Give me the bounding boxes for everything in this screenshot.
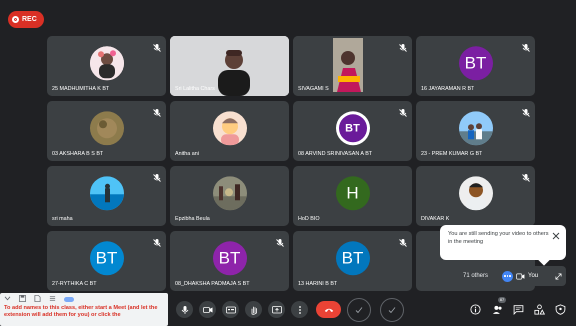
record-icon [12,16,19,23]
mic-off-icon [152,40,162,52]
participant-name: 08 ARVIND SRINIVASAN A BT [298,151,373,157]
attendance-extension-panel: To add names to this class, either start… [0,293,168,326]
camera-icon[interactable] [516,267,525,285]
participant-name: SIVAGAMI S [298,86,329,92]
self-label: You [528,273,539,279]
host-controls-icon[interactable] [554,303,566,315]
participant-count-badge: 87 [498,297,506,303]
participant-tile[interactable]: 23 - PREM KUMAR G BT [416,101,535,161]
raise-hand-button[interactable] [245,301,262,318]
participant-name: 23 - PREM KUMAR G BT [421,151,483,157]
participant-avatar [89,111,124,146]
participant-tile[interactable]: Anitha ani [170,101,289,161]
captions-button[interactable] [222,301,239,318]
check-button[interactable] [380,298,404,322]
avatar-initials: BT [218,248,241,268]
recording-badge: REC [8,11,44,28]
mic-off-icon [521,170,531,182]
mic-off-icon [275,235,285,247]
participant-tile[interactable]: BT 16 JAYARAMAN R BT [416,36,535,96]
avatar-initials: BT [464,53,487,73]
mic-button[interactable] [176,301,193,318]
mic-off-icon [152,170,162,182]
save-icon[interactable] [19,295,26,304]
participant-tile[interactable]: BT 08_DHAKSHA PADMAJA S BT [170,231,289,291]
participant-avatar [212,176,247,211]
participant-tile[interactable]: BT 08 ARVIND SRINIVASAN A BT [293,101,412,161]
toast-pointer [538,254,550,266]
avatar-initials: BT [95,248,118,268]
participant-avatar: BT [212,241,247,276]
participant-avatar [89,46,124,81]
participant-name: 03 AKSHARA B S BT [52,151,104,157]
participant-name: sri maha [52,216,73,222]
extension-toggle[interactable] [64,297,74,302]
participant-name: 25 MADHUMITHA K BT [52,86,110,92]
expand-icon[interactable] [555,267,562,285]
participant-tile[interactable]: BT 13 HARINI B BT [293,231,412,291]
mic-off-icon [152,235,162,247]
document-icon[interactable] [34,295,41,304]
close-icon[interactable] [552,232,560,240]
people-icon[interactable] [491,303,503,315]
avatar-initials: H [346,183,359,203]
activities-icon[interactable] [533,303,545,315]
avatar-initials: BT [338,114,367,143]
avatar-initials: BT [341,248,364,268]
participant-tile[interactable]: BT 27-RYTHIKA C BT [47,231,166,291]
participant-tile[interactable]: Epzibha Beula [170,166,289,226]
participant-tile[interactable]: DIVAKAR K [416,166,535,226]
mic-off-icon [398,235,408,247]
participant-name: Epzibha Beula [175,216,210,222]
participant-name: DIVAKAR K [421,216,450,222]
hang-up-button[interactable] [316,301,341,318]
participant-avatar: H [335,176,370,211]
present-button[interactable] [268,301,285,318]
mic-off-icon [398,40,408,52]
chevron-down-icon[interactable] [4,296,11,303]
more-options-icon[interactable] [502,270,513,282]
participant-tile[interactable]: Sri Lalitha Chars [170,36,289,96]
participant-avatar [212,111,247,146]
participant-tile[interactable]: sri maha [47,166,166,226]
participant-tile[interactable]: 25 MADHUMITHA K BT [47,36,166,96]
extension-message: To add names to this class, either start… [4,305,158,318]
participant-name: Anitha ani [175,151,199,157]
mic-off-icon [521,40,531,52]
participant-avatar: BT [335,111,370,146]
video-notice-toast: You are still sending your video to othe… [440,225,566,266]
more-options-button[interactable] [291,301,308,318]
mic-off-icon [152,105,162,117]
mic-off-icon [521,105,531,117]
participant-tile[interactable]: SIVAGAMI S [293,36,412,96]
chat-icon[interactable] [512,303,524,315]
participant-avatar [458,111,493,146]
participant-name: HoD BIO [298,216,320,222]
participant-avatar [89,176,124,211]
info-icon[interactable] [469,303,481,315]
camera-button[interactable] [199,301,216,318]
participant-avatar [458,176,493,211]
others-count: 71 others [463,273,489,279]
mic-off-icon [398,105,408,117]
check-button[interactable] [347,298,371,322]
self-view[interactable]: You [498,266,566,286]
meet-window: REC 25 MADHUMITHA K BT Sri Lalitha Chars… [0,0,576,326]
participant-name: Sri Lalitha Chars [175,86,215,92]
extension-toolbar [4,295,74,304]
participant-name: 08_DHAKSHA PADMAJA S BT [175,281,250,287]
recording-label: REC [22,16,37,23]
participant-avatar: BT [335,241,370,276]
participant-name: 27-RYTHIKA C BT [52,281,97,287]
participant-tile[interactable]: H HoD BIO [293,166,412,226]
participant-avatar: BT [458,46,493,81]
participant-tile[interactable]: 03 AKSHARA B S BT [47,101,166,161]
participant-name: 13 HARINI B BT [298,281,338,287]
participant-name: 16 JAYARAMAN R BT [421,86,475,92]
participant-avatar: BT [89,241,124,276]
list-icon[interactable] [49,295,56,304]
toast-message: You are still sending your video to othe… [448,231,549,245]
